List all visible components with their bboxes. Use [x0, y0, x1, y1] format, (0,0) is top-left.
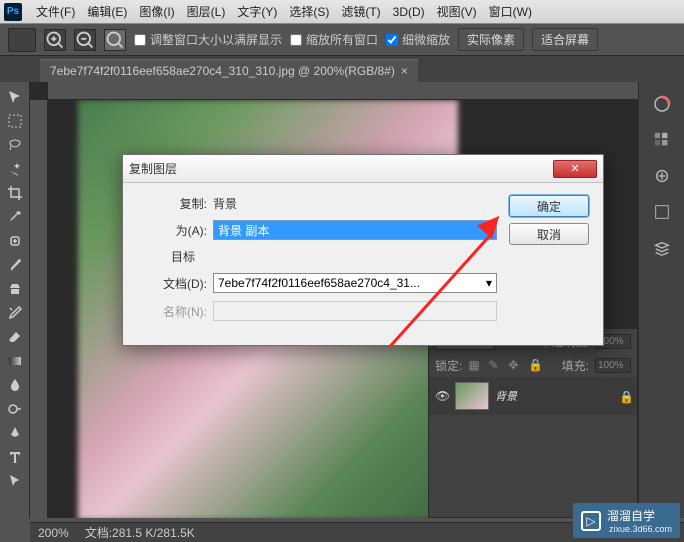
type-tool[interactable]: [3, 446, 27, 468]
dialog-close-button[interactable]: ✕: [553, 160, 597, 178]
fit-screen-button[interactable]: 适合屏幕: [532, 28, 598, 51]
lock-position-icon[interactable]: ✥: [508, 358, 522, 372]
zoom-all-label: 缩放所有窗口: [306, 31, 378, 48]
right-dock: [638, 82, 684, 518]
options-bar: 调整窗口大小以满屏显示 缩放所有窗口 细微缩放 实际像素 适合屏幕: [0, 24, 684, 56]
scrubby-zoom-checkbox[interactable]: 细微缩放: [386, 31, 450, 48]
fill-field[interactable]: [595, 358, 631, 373]
color-panel-icon[interactable]: [648, 90, 676, 118]
zoom-percent[interactable]: 200%: [38, 526, 69, 540]
copy-value: 背景: [213, 195, 237, 212]
doc-info[interactable]: 文档:281.5 K/281.5K: [85, 524, 195, 541]
menu-3d[interactable]: 3D(D): [387, 5, 431, 19]
ok-button[interactable]: 确定: [509, 195, 589, 217]
move-tool[interactable]: [3, 86, 27, 108]
ruler-vertical[interactable]: [30, 100, 48, 518]
swatches-panel-icon[interactable]: [648, 126, 676, 154]
watermark-text: 溜溜自学: [607, 507, 672, 524]
dialog-titlebar[interactable]: 复制图层 ✕: [123, 155, 603, 183]
name-text-field: [213, 301, 497, 321]
menu-window[interactable]: 窗口(W): [483, 3, 538, 20]
destination-section-label: 目标: [137, 248, 213, 265]
document-label: 文档(D):: [137, 275, 213, 292]
play-icon: ▷: [581, 511, 601, 531]
adjustments-panel-icon[interactable]: [648, 162, 676, 190]
eyedropper-tool[interactable]: [3, 206, 27, 228]
crop-tool[interactable]: [3, 182, 27, 204]
blur-tool[interactable]: [3, 374, 27, 396]
document-tab-bar: 7ebe7f74f2f0116eef658ae270c4_310_310.jpg…: [0, 56, 684, 82]
zoom-all-checkbox[interactable]: 缩放所有窗口: [290, 31, 378, 48]
resize-window-checkbox[interactable]: 调整窗口大小以满屏显示: [134, 31, 282, 48]
as-label: 为(A):: [137, 222, 213, 239]
resize-window-label: 调整窗口大小以满屏显示: [150, 31, 282, 48]
history-brush-tool[interactable]: [3, 302, 27, 324]
menu-edit[interactable]: 编辑(E): [81, 3, 133, 20]
gradient-tool[interactable]: [3, 350, 27, 372]
brush-tool[interactable]: [3, 254, 27, 276]
path-selection-tool[interactable]: [3, 470, 27, 492]
zoom-in-icon[interactable]: [44, 29, 66, 51]
styles-panel-icon[interactable]: [648, 198, 676, 226]
visibility-icon[interactable]: 👁: [435, 389, 449, 403]
dialog-title: 复制图层: [129, 160, 177, 177]
layer-list: 👁 背景 🔒: [429, 377, 637, 415]
cancel-button[interactable]: 取消: [509, 223, 589, 245]
watermark-url: zixue.3d66.com: [609, 524, 672, 534]
lock-all-icon[interactable]: 🔒: [528, 358, 542, 372]
watermark: ▷ 溜溜自学 zixue.3d66.com: [573, 503, 680, 538]
menu-filter[interactable]: 滤镜(T): [335, 3, 386, 20]
ruler-horizontal[interactable]: [48, 82, 638, 100]
chevron-down-icon: ▾: [486, 276, 492, 290]
as-text-field[interactable]: [213, 220, 497, 240]
app-logo: Ps: [4, 3, 22, 21]
duplicate-layer-dialog: 复制图层 ✕ 复制: 背景 为(A): 目标 文档(D): 7ebe7f74f2…: [122, 154, 604, 346]
name-label: 名称(N):: [137, 303, 213, 320]
menu-view[interactable]: 视图(V): [431, 3, 483, 20]
document-tab[interactable]: 7ebe7f74f2f0116eef658ae270c4_310_310.jpg…: [40, 59, 418, 82]
layer-thumbnail[interactable]: [455, 382, 489, 410]
menu-file[interactable]: 文件(F): [30, 3, 81, 20]
healing-brush-tool[interactable]: [3, 230, 27, 252]
zoom-out-icon[interactable]: [74, 29, 96, 51]
fill-label: 填充:: [562, 357, 589, 374]
scrubby-zoom-label: 细微缩放: [402, 31, 450, 48]
layer-lock-icon: 🔒: [619, 390, 631, 402]
layers-panel-icon[interactable]: [648, 234, 676, 262]
menu-bar: Ps 文件(F) 编辑(E) 图像(I) 图层(L) 文字(Y) 选择(S) 滤…: [0, 0, 684, 24]
eraser-tool[interactable]: [3, 326, 27, 348]
document-tab-label: 7ebe7f74f2f0116eef658ae270c4_310_310.jpg…: [50, 64, 395, 78]
layer-name: 背景: [495, 388, 517, 404]
document-dropdown[interactable]: 7ebe7f74f2f0116eef658ae270c4_31... ▾: [213, 273, 497, 293]
lasso-tool[interactable]: [3, 134, 27, 156]
marquee-tool[interactable]: [3, 110, 27, 132]
menu-layer[interactable]: 图层(L): [181, 3, 232, 20]
actual-pixels-button[interactable]: 实际像素: [458, 28, 524, 51]
magic-wand-tool[interactable]: [3, 158, 27, 180]
layer-row[interactable]: 👁 背景 🔒: [429, 377, 637, 415]
tool-preset-picker[interactable]: [8, 28, 36, 52]
menu-image[interactable]: 图像(I): [133, 3, 180, 20]
lock-transparent-icon[interactable]: ▦: [468, 358, 482, 372]
zoom-tool-icon[interactable]: [104, 29, 126, 51]
lock-paint-icon[interactable]: ✎: [488, 358, 502, 372]
copy-label: 复制:: [137, 195, 213, 212]
menu-type[interactable]: 文字(Y): [231, 3, 283, 20]
lock-label: 锁定:: [435, 357, 462, 374]
tools-panel: [0, 82, 30, 518]
clone-stamp-tool[interactable]: [3, 278, 27, 300]
dodge-tool[interactable]: [3, 398, 27, 420]
document-dropdown-value: 7ebe7f74f2f0116eef658ae270c4_31...: [218, 276, 420, 290]
menu-select[interactable]: 选择(S): [283, 3, 335, 20]
pen-tool[interactable]: [3, 422, 27, 444]
tab-close-icon[interactable]: ×: [401, 64, 408, 78]
layers-panel: 正常 不透明度: 锁定: ▦ ✎ ✥ 🔒 填充: 👁 背景 🔒: [428, 328, 638, 518]
